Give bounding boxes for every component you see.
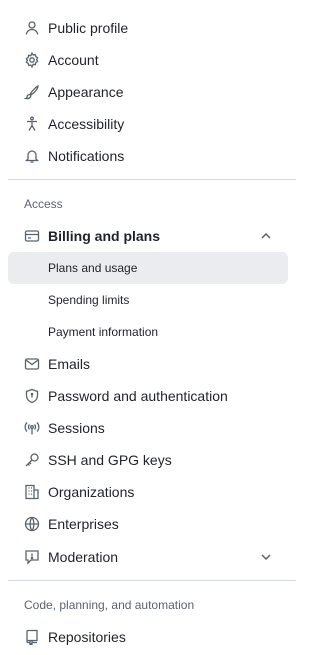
shield-lock-icon — [24, 388, 40, 404]
nav-item-ssh-and-gpg-keys[interactable]: SSH and GPG keys — [8, 444, 288, 476]
nav-item-sessions[interactable]: Sessions — [8, 412, 288, 444]
nav-item-label: Appearance — [48, 84, 124, 100]
nav-item-label: Repositories — [48, 629, 126, 645]
key-icon — [24, 452, 40, 468]
person-icon — [24, 20, 40, 36]
nav-subitem-label: Payment information — [48, 325, 159, 339]
chevron-up-icon[interactable] — [258, 228, 274, 244]
nav-item-label: Accessibility — [48, 116, 125, 132]
nav-subitem-plans-and-usage[interactable]: Plans and usage — [8, 252, 288, 284]
broadcast-icon — [24, 420, 40, 436]
nav-item-label: Organizations — [48, 484, 135, 500]
nav-subitem-label: Plans and usage — [48, 261, 138, 275]
accessibility-icon — [24, 116, 40, 132]
nav-item-organizations[interactable]: Organizations — [8, 476, 288, 508]
nav-subitem-spending-limits[interactable]: Spending limits — [8, 284, 288, 316]
nav-item-label: Account — [48, 52, 99, 68]
nav-item-label: Moderation — [48, 549, 119, 565]
nav-item-label: Emails — [48, 356, 91, 372]
settings-sidebar-nav: Public profile Account Appearance Access… — [0, 0, 305, 655]
nav-item-password-and-authentication[interactable]: Password and authentication — [8, 380, 288, 412]
repo-icon — [24, 629, 40, 645]
nav-item-accessibility[interactable]: Accessibility — [8, 108, 288, 140]
chevron-down-icon[interactable] — [258, 549, 274, 565]
nav-item-account[interactable]: Account — [8, 44, 288, 76]
nav-item-emails[interactable]: Emails — [8, 348, 288, 380]
nav-item-repositories[interactable]: Repositories — [8, 621, 288, 653]
nav-item-label: Public profile — [48, 20, 129, 36]
section-heading-code-planning-automation: Code, planning, and automation — [24, 598, 195, 612]
section-heading-access: Access — [24, 197, 63, 211]
nav-item-label: SSH and GPG keys — [48, 452, 172, 468]
paintbrush-icon — [24, 84, 40, 100]
nav-item-notifications[interactable]: Notifications — [8, 140, 288, 172]
bell-icon — [24, 148, 40, 164]
nav-item-appearance[interactable]: Appearance — [8, 76, 288, 108]
nav-item-public-profile[interactable]: Public profile — [8, 12, 288, 44]
nav-subitem-payment-information[interactable]: Payment information — [8, 316, 288, 348]
report-icon — [24, 549, 40, 565]
nav-item-enterprises[interactable]: Enterprises — [8, 508, 288, 540]
organization-icon — [24, 484, 40, 500]
mail-icon — [24, 356, 40, 372]
nav-item-billing-and-plans[interactable]: Billing and plans — [8, 220, 288, 252]
divider — [8, 580, 296, 581]
nav-item-moderation[interactable]: Moderation — [8, 541, 288, 573]
nav-item-label: Enterprises — [48, 516, 119, 532]
nav-item-label: Notifications — [48, 148, 125, 164]
gear-icon — [24, 52, 40, 68]
nav-item-label: Billing and plans — [48, 228, 161, 244]
globe-icon — [24, 516, 40, 532]
nav-subitem-label: Spending limits — [48, 293, 130, 307]
nav-item-label: Password and authentication — [48, 388, 228, 404]
divider — [8, 179, 296, 180]
nav-item-label: Sessions — [48, 420, 105, 436]
credit-card-icon — [24, 228, 40, 244]
